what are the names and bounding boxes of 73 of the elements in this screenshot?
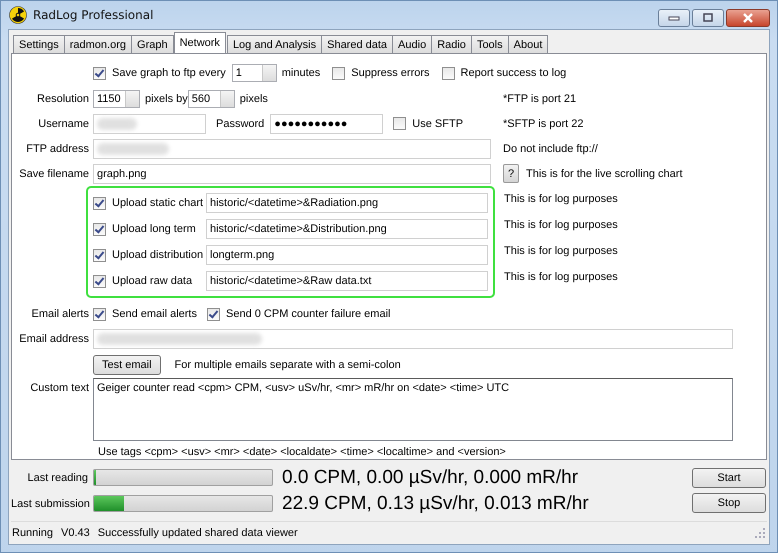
tab[interactable]: Settings: [13, 35, 65, 53]
number-field[interactable]: 1: [232, 64, 277, 82]
test-email-button[interactable]: Test email: [93, 354, 161, 374]
resize-grip-icon: [755, 528, 765, 538]
note-text: *FTP is port 21: [503, 92, 578, 104]
maximize-icon: [702, 13, 714, 23]
checkbox[interactable]: Upload raw data: [93, 274, 200, 288]
field-label: FTP address: [25, 142, 90, 154]
filename-field[interactable]: graph.png: [93, 164, 491, 184]
password-field[interactable]: ●●●●●●●●●●●: [270, 114, 384, 134]
tab[interactable]: About: [508, 35, 548, 53]
tab[interactable]: Tools: [470, 35, 509, 53]
reading-value: 22.9 CPM, 0.13 µSv/hr, 0.013 mR/hr: [282, 492, 589, 514]
tab[interactable]: Radio: [431, 35, 472, 53]
tab[interactable]: Log and Analysis: [226, 35, 322, 53]
version-text: V0.43: [60, 527, 90, 539]
note-text: This is for log purposes: [504, 244, 618, 259]
field-label: Password: [216, 118, 264, 130]
hint-text: Use tags <cpm> <usv> <mr> <date> <localdate> <time> <localtime> and <version>: [98, 446, 507, 458]
window-title: RadLog Professional: [33, 8, 154, 22]
unit-label: pixels: [240, 92, 268, 104]
note-text: Do not include ftp://: [503, 142, 599, 154]
checkbox[interactable]: Upload distribution: [93, 248, 200, 262]
note-text: This is for log purposes: [504, 218, 618, 233]
field-label: pixels by: [145, 92, 188, 104]
checkbox[interactable]: Report success to log: [442, 66, 566, 80]
email-field[interactable]: [93, 328, 733, 348]
close-button[interactable]: [726, 9, 770, 27]
number-field[interactable]: 560: [188, 90, 235, 108]
field-label: Email alerts: [30, 308, 90, 320]
reading-label: Last submission: [11, 498, 91, 510]
path-field[interactable]: historic/<datetime>&Distribution.png: [206, 219, 488, 239]
path-field[interactable]: historic/<datetime>&Raw data.txt: [206, 271, 488, 291]
path-field[interactable]: longterm.png: [206, 245, 488, 265]
note-text: *SFTP is port 22: [503, 118, 584, 130]
start-button[interactable]: Start: [692, 468, 766, 488]
number-field[interactable]: 1150: [93, 90, 140, 108]
checkbox[interactable]: Save graph to ftp every: [93, 66, 226, 80]
address-field[interactable]: [93, 138, 491, 158]
help-button[interactable]: ?: [503, 164, 519, 183]
username-field[interactable]: [93, 114, 206, 134]
checkbox[interactable]: Use SFTP: [393, 117, 464, 130]
field-label: Custom text: [29, 381, 90, 394]
tab[interactable]: Audio: [392, 35, 432, 53]
status-message: Successfully updated shared data viewer: [98, 527, 298, 539]
tab[interactable]: Graph: [131, 35, 174, 53]
reading-label: Last reading: [26, 472, 89, 484]
hint-text: For multiple emails separate with a semi-colon: [174, 358, 401, 370]
minimize-icon: [668, 15, 680, 21]
close-icon: [741, 13, 755, 23]
status-text: Running: [12, 527, 53, 539]
minimize-button[interactable]: [658, 9, 690, 27]
checkbox[interactable]: Upload long term: [93, 222, 200, 236]
field-label: Email address: [18, 332, 90, 344]
field-label: Resolution: [36, 92, 90, 104]
note-text: This is for log purposes: [504, 192, 618, 207]
checkbox[interactable]: Send email alerts: [93, 308, 197, 320]
tab[interactable]: radmon.org: [64, 35, 132, 53]
note-text: This is for log purposes: [504, 270, 618, 285]
unit-label: minutes: [282, 67, 320, 79]
path-field[interactable]: historic/<datetime>&Radiation.png: [206, 193, 488, 213]
radiation-icon: [9, 6, 27, 24]
maximize-button[interactable]: [692, 9, 724, 27]
field-label: Username: [37, 118, 90, 130]
note-text: This is for the live scrolling chart: [526, 168, 682, 180]
reading-value: 0.0 CPM, 0.00 µSv/hr, 0.000 mR/hr: [282, 466, 578, 488]
custom-text-area[interactable]: Geiger counter read <cpm> CPM, <usv> uSv/hr, <mr> mR/hr on <date> <time> UTC: [93, 378, 733, 441]
tab[interactable]: Network: [174, 32, 226, 53]
tab[interactable]: Shared data: [321, 35, 394, 53]
stop-button[interactable]: Stop: [692, 493, 766, 513]
checkbox[interactable]: Suppress errors: [332, 66, 430, 80]
field-label: Save filename: [18, 168, 90, 180]
checkbox[interactable]: Send 0 CPM counter failure email: [207, 308, 390, 320]
